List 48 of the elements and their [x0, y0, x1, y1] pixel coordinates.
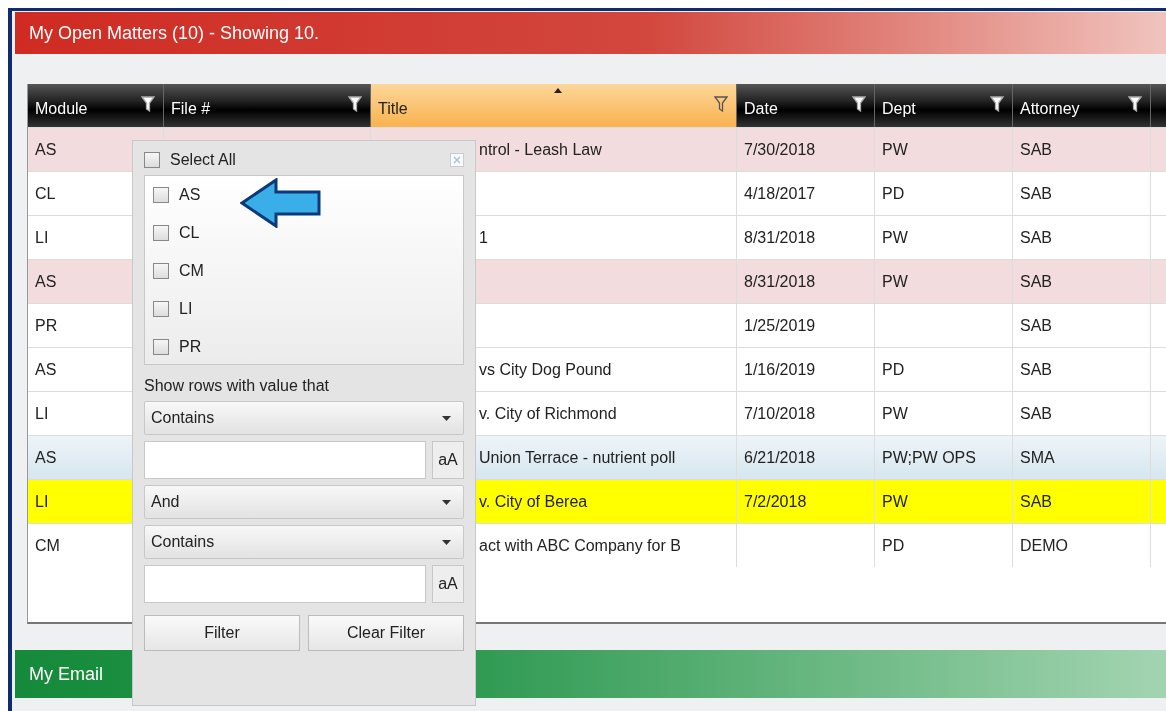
filter-icon[interactable] [1128, 96, 1142, 112]
logic-dropdown[interactable]: And [144, 485, 464, 519]
column-header[interactable]: Module [28, 84, 164, 127]
caret-icon [442, 416, 451, 421]
table-cell: DEMO [1013, 524, 1151, 567]
filter-icon[interactable] [990, 96, 1004, 112]
table-cell: Union Terrace - nutrient poll [479, 448, 676, 467]
caret-icon [442, 540, 451, 545]
checkbox[interactable] [153, 301, 169, 317]
table-cell: 1 [479, 228, 488, 247]
column-header[interactable]: Dept [875, 84, 1013, 127]
checkbox[interactable] [153, 339, 169, 355]
table-cell: v. City of Berea [479, 492, 588, 511]
filter-icon[interactable] [141, 96, 155, 112]
checkbox-label: LI [179, 300, 193, 318]
column-header[interactable]: Title [371, 84, 737, 127]
checkbox-label: CM [179, 262, 204, 280]
table-cell: vs City Dog Pound [479, 360, 612, 379]
checkbox-label: Select All [170, 151, 236, 169]
table-cell: v. City of Richmond [479, 404, 617, 423]
filter-icon[interactable] [852, 96, 866, 112]
close-icon[interactable] [450, 153, 464, 167]
operator-dropdown[interactable]: Contains [144, 401, 464, 435]
table-cell: PD [875, 524, 1013, 567]
column-header[interactable]: Attorney [1013, 84, 1151, 127]
clear-filter-button[interactable]: Clear Filter [308, 615, 464, 651]
filter-button[interactable]: Filter [144, 615, 300, 651]
match-case-toggle[interactable]: aA [432, 565, 464, 603]
arrow-icon [240, 178, 322, 228]
sort-arrow-icon [553, 88, 562, 93]
checkbox[interactable] [144, 152, 160, 168]
table-cell: ntrol - Leash Law [479, 140, 602, 159]
operator-dropdown[interactable]: Contains [144, 525, 464, 559]
checkbox[interactable] [153, 225, 169, 241]
filter-value-field[interactable] [144, 441, 426, 479]
table-cell: act with ABC Company for B [479, 536, 681, 555]
filter-value-field[interactable] [144, 565, 426, 603]
checkbox-label: CL [179, 224, 200, 242]
column-header[interactable]: Date [737, 84, 875, 127]
filter-icon[interactable] [348, 96, 362, 112]
panel-title: My Email [29, 663, 103, 685]
column-header[interactable]: File # [164, 84, 371, 127]
panel-title: My Open Matters (10) - Showing 10. [29, 22, 320, 44]
match-case-toggle[interactable]: aA [432, 441, 464, 479]
checkbox-label: AS [179, 186, 201, 204]
checkbox[interactable] [153, 187, 169, 203]
checkbox[interactable] [153, 263, 169, 279]
caret-icon [442, 500, 451, 505]
